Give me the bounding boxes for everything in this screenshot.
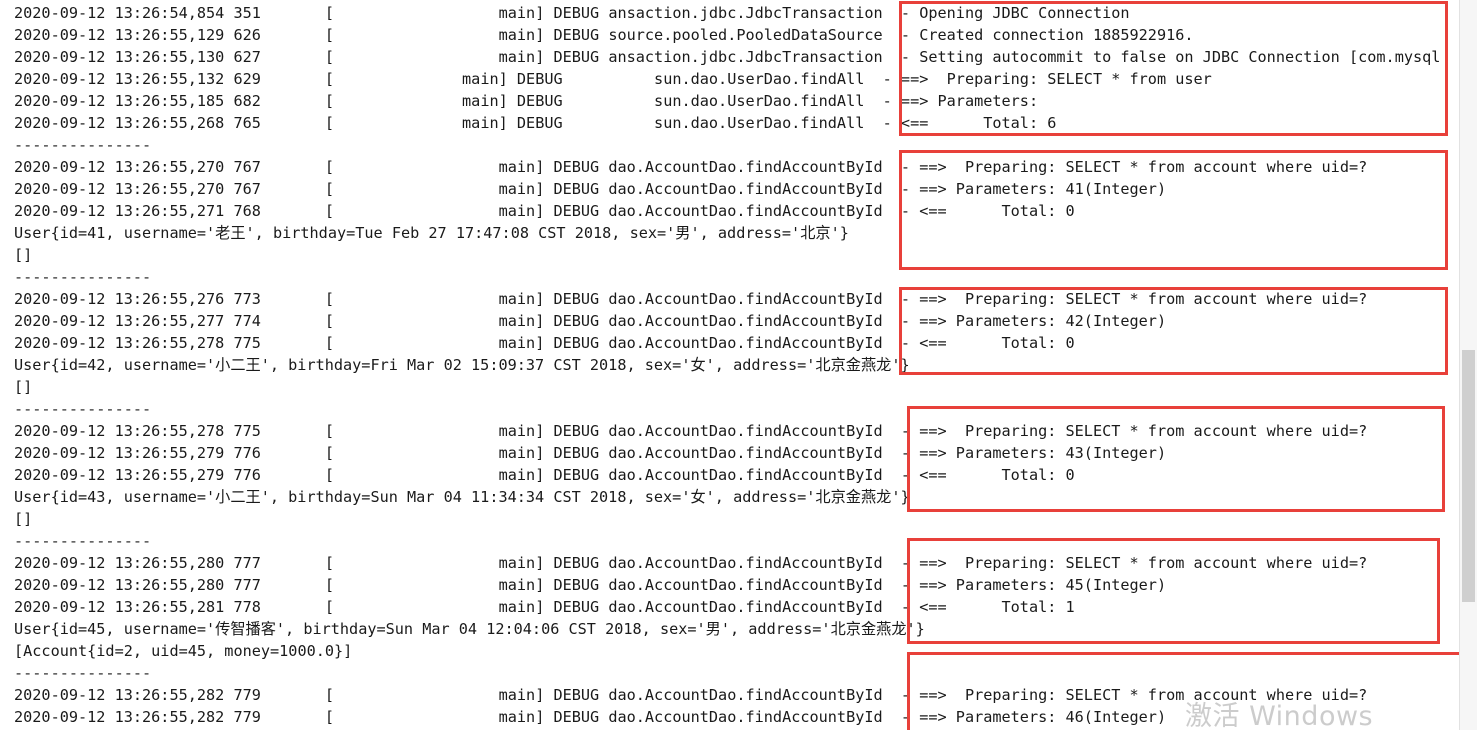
console-output-panel[interactable]: 2020-09-12 13:26:54,854 351 [ main] DEBU…	[0, 0, 1477, 730]
log-line: 2020-09-12 13:26:55,129 626 [ main] DEBU…	[14, 26, 1194, 44]
log-line: []	[14, 378, 33, 396]
log-line: User{id=41, username='老王', birthday=Tue …	[14, 224, 849, 242]
log-line: []	[14, 246, 33, 264]
log-line: 2020-09-12 13:26:55,280 777 [ main] DEBU…	[14, 554, 1368, 572]
vertical-scrollbar-track[interactable]	[1459, 0, 1477, 730]
log-line: ---------------	[14, 136, 152, 154]
log-line: 2020-09-12 13:26:55,277 774 [ main] DEBU…	[14, 312, 1167, 330]
log-line: User{id=43, username='小二王', birthday=Sun…	[14, 488, 910, 506]
log-line: 2020-09-12 13:26:55,279 776 [ main] DEBU…	[14, 466, 1075, 484]
log-line: 2020-09-12 13:26:55,278 775 [ main] DEBU…	[14, 334, 1075, 352]
log-line: ---------------	[14, 268, 152, 286]
log-line: ---------------	[14, 532, 152, 550]
log-line: 2020-09-12 13:26:55,268 765 [ main] DEBU…	[14, 114, 1057, 132]
log-line: 2020-09-12 13:26:54,854 351 [ main] DEBU…	[14, 4, 1130, 22]
log-line: ---------------	[14, 400, 152, 418]
log-line: 2020-09-12 13:26:55,280 777 [ main] DEBU…	[14, 576, 1167, 594]
log-line: 2020-09-12 13:26:55,281 778 [ main] DEBU…	[14, 598, 1075, 616]
log-line: 2020-09-12 13:26:55,279 776 [ main] DEBU…	[14, 444, 1167, 462]
log-line: 2020-09-12 13:26:55,270 767 [ main] DEBU…	[14, 180, 1167, 198]
log-line: User{id=45, username='传智播客', birthday=Su…	[14, 620, 925, 638]
log-line: 2020-09-12 13:26:55,271 768 [ main] DEBU…	[14, 202, 1075, 220]
log-line: ---------------	[14, 664, 152, 682]
vertical-scrollbar-thumb[interactable]	[1462, 350, 1475, 602]
log-line: 2020-09-12 13:26:55,132 629 [ main] DEBU…	[14, 70, 1212, 88]
log-line: User{id=42, username='小二王', birthday=Fri…	[14, 356, 910, 374]
log-line: 2020-09-12 13:26:55,270 767 [ main] DEBU…	[14, 158, 1368, 176]
log-line: 2020-09-12 13:26:55,185 682 [ main] DEBU…	[14, 92, 1039, 110]
log-line: [Account{id=2, uid=45, money=1000.0}]	[14, 642, 353, 660]
log-line: 2020-09-12 13:26:55,130 627 [ main] DEBU…	[14, 48, 1441, 66]
log-line: []	[14, 510, 33, 528]
log-line: 2020-09-12 13:26:55,276 773 [ main] DEBU…	[14, 290, 1368, 308]
log-line: 2020-09-12 13:26:55,282 779 [ main] DEBU…	[14, 686, 1368, 704]
log-text-layer: 2020-09-12 13:26:54,854 351 [ main] DEBU…	[0, 0, 1477, 730]
log-line: 2020-09-12 13:26:55,282 779 [ main] DEBU…	[14, 708, 1167, 726]
log-line: 2020-09-12 13:26:55,278 775 [ main] DEBU…	[14, 422, 1368, 440]
